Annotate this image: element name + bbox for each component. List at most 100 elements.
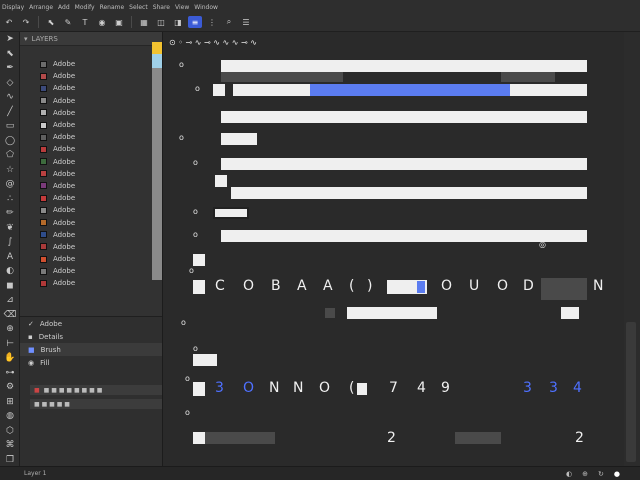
layer-color-swatch[interactable] [40, 194, 47, 202]
dropper-tool-icon[interactable]: ⊿ [0, 293, 20, 308]
text-tool-icon[interactable]: A [0, 250, 20, 265]
layer-row[interactable]: Adobe [20, 241, 152, 253]
layer-row[interactable]: Adobe [20, 253, 152, 265]
track-handle[interactable] [193, 254, 205, 266]
paint-tool-icon[interactable]: ◍ [0, 409, 20, 424]
layer-color-swatch[interactable] [40, 182, 47, 190]
menu-item[interactable]: Display [2, 2, 24, 13]
track-handle[interactable] [215, 175, 227, 187]
mesh-tool-icon[interactable]: ⊞ [0, 395, 20, 410]
tweak-tool-icon[interactable]: ⚙ [0, 380, 20, 395]
track-segment[interactable] [221, 133, 257, 145]
row-handle[interactable] [193, 280, 205, 294]
layer-row[interactable]: Adobe [20, 204, 152, 216]
track-handle[interactable] [213, 84, 225, 96]
undo-icon[interactable]: ↶ [2, 16, 16, 28]
scroll-thumb[interactable] [626, 322, 636, 462]
layer-color-swatch[interactable] [40, 231, 47, 239]
spray-tool-icon[interactable]: ∴ [0, 192, 20, 207]
check-icon[interactable]: ✓ [28, 320, 34, 328]
star-tool-icon[interactable]: ☆ [0, 163, 20, 178]
row-handle[interactable] [193, 382, 205, 396]
eraser-tool-icon[interactable]: ⌫ [0, 308, 20, 323]
rect-tool-icon[interactable]: ▭ [0, 119, 20, 134]
menu-item[interactable]: Arrange [29, 2, 53, 13]
layer-color-swatch[interactable] [40, 279, 47, 287]
layer-color-swatch[interactable] [40, 72, 47, 80]
pen-tool-icon[interactable]: ✒ [0, 61, 20, 76]
grid-icon[interactable]: ▦ [137, 16, 151, 28]
layer-color-swatch[interactable] [40, 255, 47, 263]
layer-color-swatch[interactable] [40, 219, 47, 227]
layer-row[interactable]: Adobe [20, 180, 152, 192]
eye-icon[interactable]: ◉ [95, 16, 109, 28]
fill-tool-icon[interactable]: ◼ [0, 279, 20, 294]
layer-row[interactable]: Adobe [20, 168, 152, 180]
fill-indicator-icon[interactable]: ◐ [566, 470, 572, 478]
measure-tool-icon[interactable]: ⊢ [0, 337, 20, 352]
menu-item[interactable]: Add [58, 2, 70, 13]
layer-row[interactable]: Adobe [20, 192, 152, 204]
prop-row[interactable]: ▪ Details [20, 330, 162, 343]
canvas-scrollbar[interactable] [624, 32, 640, 466]
track-bar[interactable] [231, 187, 587, 199]
track-segment[interactable] [221, 72, 343, 82]
glyph-box[interactable] [357, 383, 367, 395]
layer-row[interactable]: Adobe [20, 265, 152, 277]
opacity-bar[interactable]: ■ ■ ■ ■ ■ [30, 399, 162, 409]
layer-row[interactable]: Adobe [20, 143, 152, 155]
align-icon[interactable]: ≡ [188, 16, 202, 28]
menu-item[interactable]: Window [194, 2, 218, 13]
rotate-indicator-icon[interactable]: ↻ [598, 470, 604, 478]
track-bar[interactable] [221, 230, 587, 242]
menu-item[interactable]: Select [129, 2, 148, 13]
subselect-tool-icon[interactable]: ⬉ [0, 47, 20, 62]
menu-item[interactable]: Share [153, 2, 170, 13]
layer-row[interactable]: Adobe [20, 119, 152, 131]
pen-icon[interactable]: ✎ [61, 16, 75, 28]
redo-icon[interactable]: ↷ [19, 16, 33, 28]
track-bar[interactable] [221, 158, 587, 170]
bottom-bar[interactable] [455, 432, 501, 444]
lpe-tool-icon[interactable]: ⌘ [0, 438, 20, 453]
brush-tool-icon[interactable]: ❦ [0, 221, 20, 236]
gradient-tool-icon[interactable]: ◐ [0, 264, 20, 279]
spiral-tool-icon[interactable]: @ [0, 177, 20, 192]
track-segment[interactable] [213, 207, 249, 219]
layer-color-swatch[interactable] [40, 267, 47, 275]
layer-color-swatch[interactable] [40, 121, 47, 129]
menu-item[interactable]: Rename [100, 2, 125, 13]
layer-row[interactable]: Adobe [20, 156, 152, 168]
input-bar[interactable] [347, 307, 437, 319]
layer-scrollbar[interactable] [152, 42, 162, 280]
layer-row[interactable]: Adobe [20, 82, 152, 94]
text-icon[interactable]: T [78, 16, 92, 28]
distribute-icon[interactable]: ⋮ [205, 16, 219, 28]
curve-tool-icon[interactable]: ∿ [0, 90, 20, 105]
drawing-canvas[interactable]: ⊙ ◦ ⊸ ∿ ⊸ ∿ ∿ ∿ ⊸ ∿ o o o o o o o ◎ C O … [162, 32, 624, 466]
row-handle[interactable] [193, 432, 205, 444]
small-handle[interactable] [561, 307, 579, 319]
layer-row[interactable]: Adobe [20, 95, 152, 107]
selected-range[interactable] [310, 84, 510, 96]
layer-row[interactable]: Adobe [20, 70, 152, 82]
layer-row[interactable]: Adobe [20, 58, 152, 70]
close-icon[interactable]: ● [614, 470, 620, 478]
bottom-bar[interactable] [205, 432, 275, 444]
layer-color-swatch[interactable] [40, 170, 47, 178]
zoom-icon[interactable]: ⌕ [222, 16, 236, 28]
layer-color-swatch[interactable] [40, 145, 47, 153]
layer-row[interactable]: Adobe [20, 131, 152, 143]
layer-color-swatch[interactable] [40, 97, 47, 105]
prop-row[interactable]: ◉ Fill [20, 356, 162, 369]
group-icon[interactable]: ◫ [154, 16, 168, 28]
menu-item[interactable]: Modify [75, 2, 95, 13]
layer-color-swatch[interactable] [40, 133, 47, 141]
clone-tool-icon[interactable]: ❐ [0, 453, 20, 468]
row-handle[interactable] [193, 354, 217, 366]
node-tool-icon[interactable]: ◇ [0, 76, 20, 91]
hand-tool-icon[interactable]: ✋ [0, 351, 20, 366]
zoom-indicator-icon[interactable]: ⊕ [582, 470, 588, 478]
layer-color-swatch[interactable] [40, 206, 47, 214]
track-bar[interactable] [221, 60, 587, 72]
